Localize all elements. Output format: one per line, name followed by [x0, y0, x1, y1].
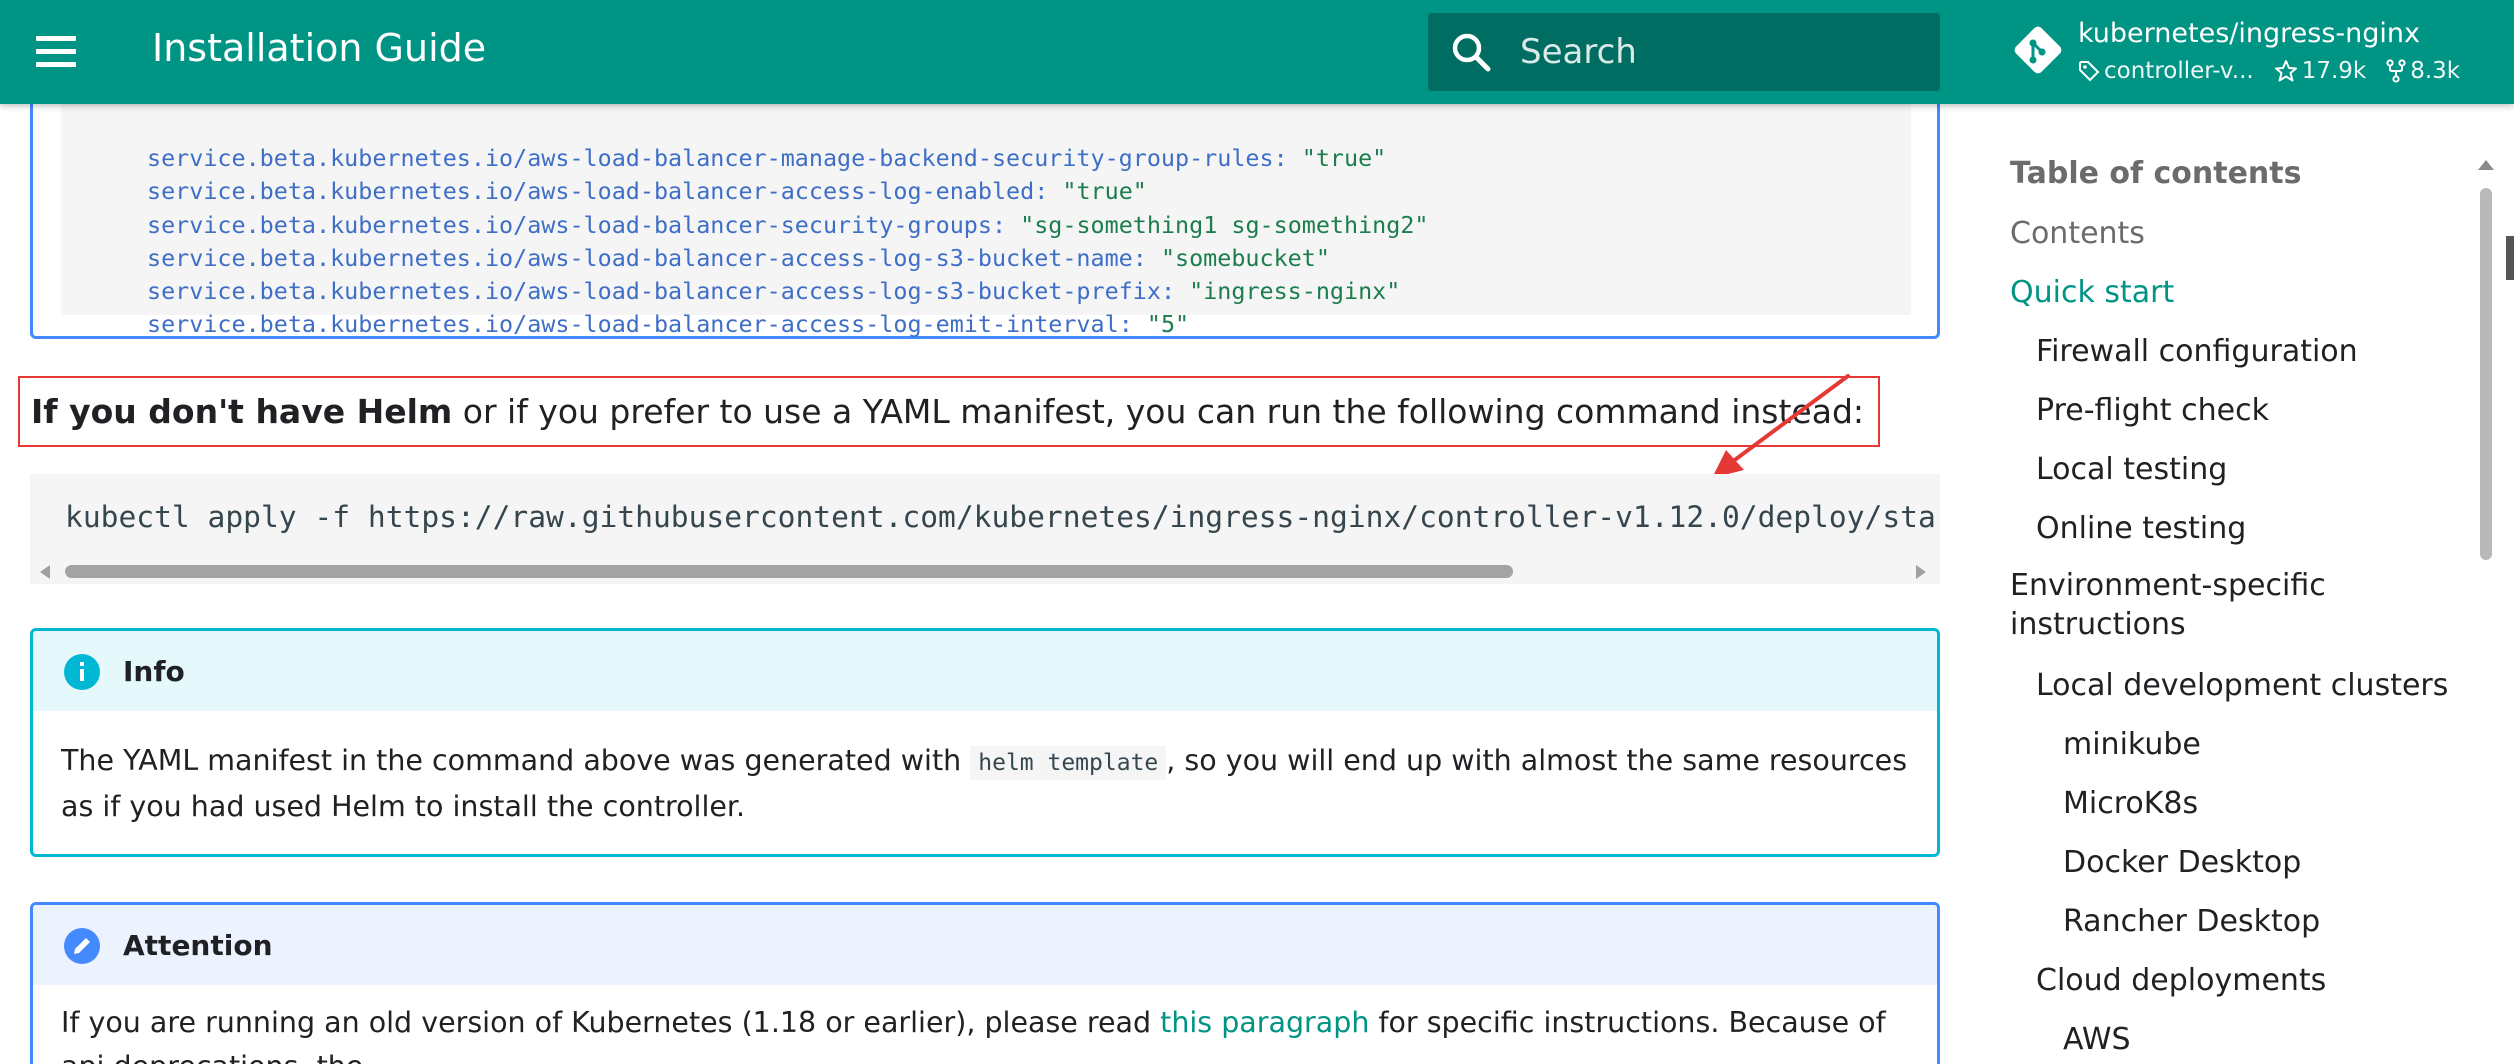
toc-item-minikube[interactable]: minikube: [2063, 727, 2201, 762]
toc-item-label: Rancher Desktop: [2063, 904, 2321, 939]
repo-version-fact: controller-v...: [2078, 58, 2254, 84]
yaml-key: service.beta.kubernetes.io/aws-load-bala…: [147, 310, 1119, 339]
toc-item-firewall-configuration[interactable]: Firewall configuration: [2036, 334, 2358, 369]
window-edge-handle[interactable]: [2506, 236, 2514, 280]
this-paragraph-link[interactable]: this paragraph: [1160, 1006, 1369, 1039]
repo-stars: 17.9k: [2301, 58, 2367, 84]
toc-item-label: Pre-flight check: [2036, 393, 2269, 428]
toc-item-online-testing[interactable]: Online testing: [2036, 511, 2246, 546]
attention-admonition: Attention If you are running an old vers…: [30, 902, 1940, 1064]
scroll-right-arrow-icon[interactable]: [1916, 565, 1926, 579]
pencil-icon: [64, 928, 100, 964]
repository-link[interactable]: kubernetes/ingress-nginx controller-v...…: [2008, 14, 2508, 94]
toc-item-label: Docker Desktop: [2063, 845, 2302, 880]
code-horizontal-scrollbar[interactable]: [30, 560, 1940, 582]
code-line: service.beta.kubernetes.io/aws-load-bala…: [147, 144, 1387, 172]
info-icon: [64, 654, 100, 690]
info-admonition-title: Info: [33, 631, 1937, 711]
toc-item-cloud-deployments[interactable]: Cloud deployments: [2036, 963, 2326, 998]
toc-item-aws[interactable]: AWS: [2063, 1022, 2131, 1057]
yaml-value: "true": [1301, 144, 1387, 172]
toc-item-pre-flight-check[interactable]: Pre-flight check: [2036, 393, 2269, 428]
red-annotation-arrow-icon: [1712, 374, 1850, 478]
code-line: service.beta.kubernetes.io/aws-load-bala…: [147, 210, 1429, 239]
toc-item-label: Local development clusters: [2036, 668, 2449, 703]
yaml-key: service.beta.kubernetes.io/aws-load-bala…: [147, 177, 1035, 206]
top-header: Installation Guide kubernetes/ingress-ng…: [0, 0, 2514, 104]
page-title: Installation Guide: [152, 26, 487, 70]
git-logo-icon: [2014, 26, 2062, 74]
search-box[interactable]: [1428, 13, 1940, 91]
repo-forks: 8.3k: [2410, 58, 2461, 84]
main-content: service.beta.kubernetes.io/aws-load-bala…: [0, 0, 1960, 1064]
kubectl-command: kubectl apply -f https://raw.githubuserc…: [65, 500, 1936, 534]
yaml-key: service.beta.kubernetes.io/aws-load-bala…: [147, 277, 1161, 306]
info-admonition: Info The YAML manifest in the command ab…: [30, 628, 1940, 857]
toc-item-label: Environment-specific: [2010, 568, 2326, 603]
toc-item-label: Local testing: [2036, 452, 2228, 487]
tag-icon: [2079, 61, 2100, 82]
search-input[interactable]: [1520, 13, 1920, 91]
scrollbar-thumb[interactable]: [65, 565, 1513, 578]
repo-version: controller-v...: [2104, 58, 2254, 84]
repo-facts: controller-v... 17.9k 8.3k: [2078, 58, 2480, 84]
instruction-text: or if you prefer to use a YAML manifest,…: [452, 392, 1865, 431]
yaml-key: service.beta.kubernetes.io/aws-load-bala…: [147, 144, 1274, 172]
yaml-value: "true": [1062, 177, 1147, 206]
repo-name: kubernetes/ingress-nginx: [2078, 18, 2420, 49]
yaml-value: "sg-something1 sg-something2": [1020, 210, 1429, 239]
yaml-value: "ingress-nginx": [1189, 277, 1401, 306]
attention-admonition-title: Attention: [33, 905, 1937, 985]
helm-values-code: service.beta.kubernetes.io/aws-load-bala…: [147, 142, 1429, 342]
toc-item-microk8s[interactable]: MicroK8s: [2063, 786, 2198, 821]
code-line: service.beta.kubernetes.io/aws-load-bala…: [147, 277, 1401, 306]
search-icon[interactable]: [1450, 31, 1494, 75]
code-line: service.beta.kubernetes.io/aws-load-bala…: [147, 310, 1190, 339]
toc-scrollbar-thumb[interactable]: [2480, 188, 2492, 560]
fork-icon: [2386, 59, 2406, 83]
table-of-contents: Table of contents Contents Quick start Fir…: [1990, 104, 2510, 1064]
toc-item-docker-desktop[interactable]: Docker Desktop: [2063, 845, 2301, 880]
repo-stars-fact: 17.9k: [2274, 58, 2367, 84]
toc-item-local-testing[interactable]: Local testing: [2036, 452, 2227, 487]
info-text-before: The YAML manifest in the command above w…: [61, 744, 971, 777]
toc-item-label: Firewall configuration: [2036, 334, 2358, 369]
attention-body: If you are running an old version of Kub…: [61, 1001, 1921, 1064]
toc-item-label: Quick start: [2010, 275, 2175, 310]
yaml-value: "5": [1146, 310, 1190, 339]
toc-heading: Table of contents: [2010, 156, 2302, 191]
toc-item-rancher-desktop[interactable]: Rancher Desktop: [2063, 904, 2320, 939]
repo-forks-fact: 8.3k: [2386, 58, 2460, 84]
helm-values-code-block: service.beta.kubernetes.io/aws-load-bala…: [61, 90, 1911, 338]
toc-item-environment-specific[interactable]: Environment-specific instructions: [2010, 566, 2326, 644]
toc-item-quick-start[interactable]: Quick start: [2010, 275, 2174, 310]
toc-item-label: Contents: [2010, 216, 2145, 251]
toc-item-label-line2: instructions: [2010, 607, 2186, 642]
code-line: service.beta.kubernetes.io/aws-load-bala…: [147, 243, 1330, 272]
code-line: service.beta.kubernetes.io/aws-load-bala…: [147, 177, 1147, 206]
yaml-key: service.beta.kubernetes.io/aws-load-bala…: [147, 243, 1133, 272]
yaml-value: "somebucket": [1160, 243, 1330, 272]
inline-code-helm-template: helm template: [970, 746, 1167, 780]
toc-item-label: MicroK8s: [2063, 786, 2199, 821]
highlighted-instruction: If you don't have Helm or if you prefer …: [18, 376, 1881, 447]
scroll-left-arrow-icon[interactable]: [40, 565, 50, 579]
toc-item-label: AWS: [2063, 1022, 2131, 1057]
toc-item-local-development-clusters[interactable]: Local development clusters: [2036, 668, 2448, 703]
info-body: The YAML manifest in the command above w…: [61, 739, 1921, 829]
toc-item-contents[interactable]: Contents: [2010, 216, 2145, 251]
info-title: Info: [123, 655, 185, 688]
toc-scroll-up-arrow-icon[interactable]: [2478, 160, 2494, 170]
star-icon: [2274, 60, 2297, 82]
toc-item-label: minikube: [2063, 727, 2201, 762]
instruction-bold-text: If you don't have Helm: [31, 392, 453, 431]
yaml-key: service.beta.kubernetes.io/aws-load-bala…: [147, 210, 992, 239]
attention-text-before: If you are running an old version of Kub…: [61, 1006, 1161, 1039]
hamburger-menu-icon[interactable]: [30, 30, 82, 74]
toc-item-label: Online testing: [2036, 511, 2247, 546]
toc-item-label: Cloud deployments: [2036, 963, 2327, 998]
attention-title: Attention: [123, 929, 273, 962]
